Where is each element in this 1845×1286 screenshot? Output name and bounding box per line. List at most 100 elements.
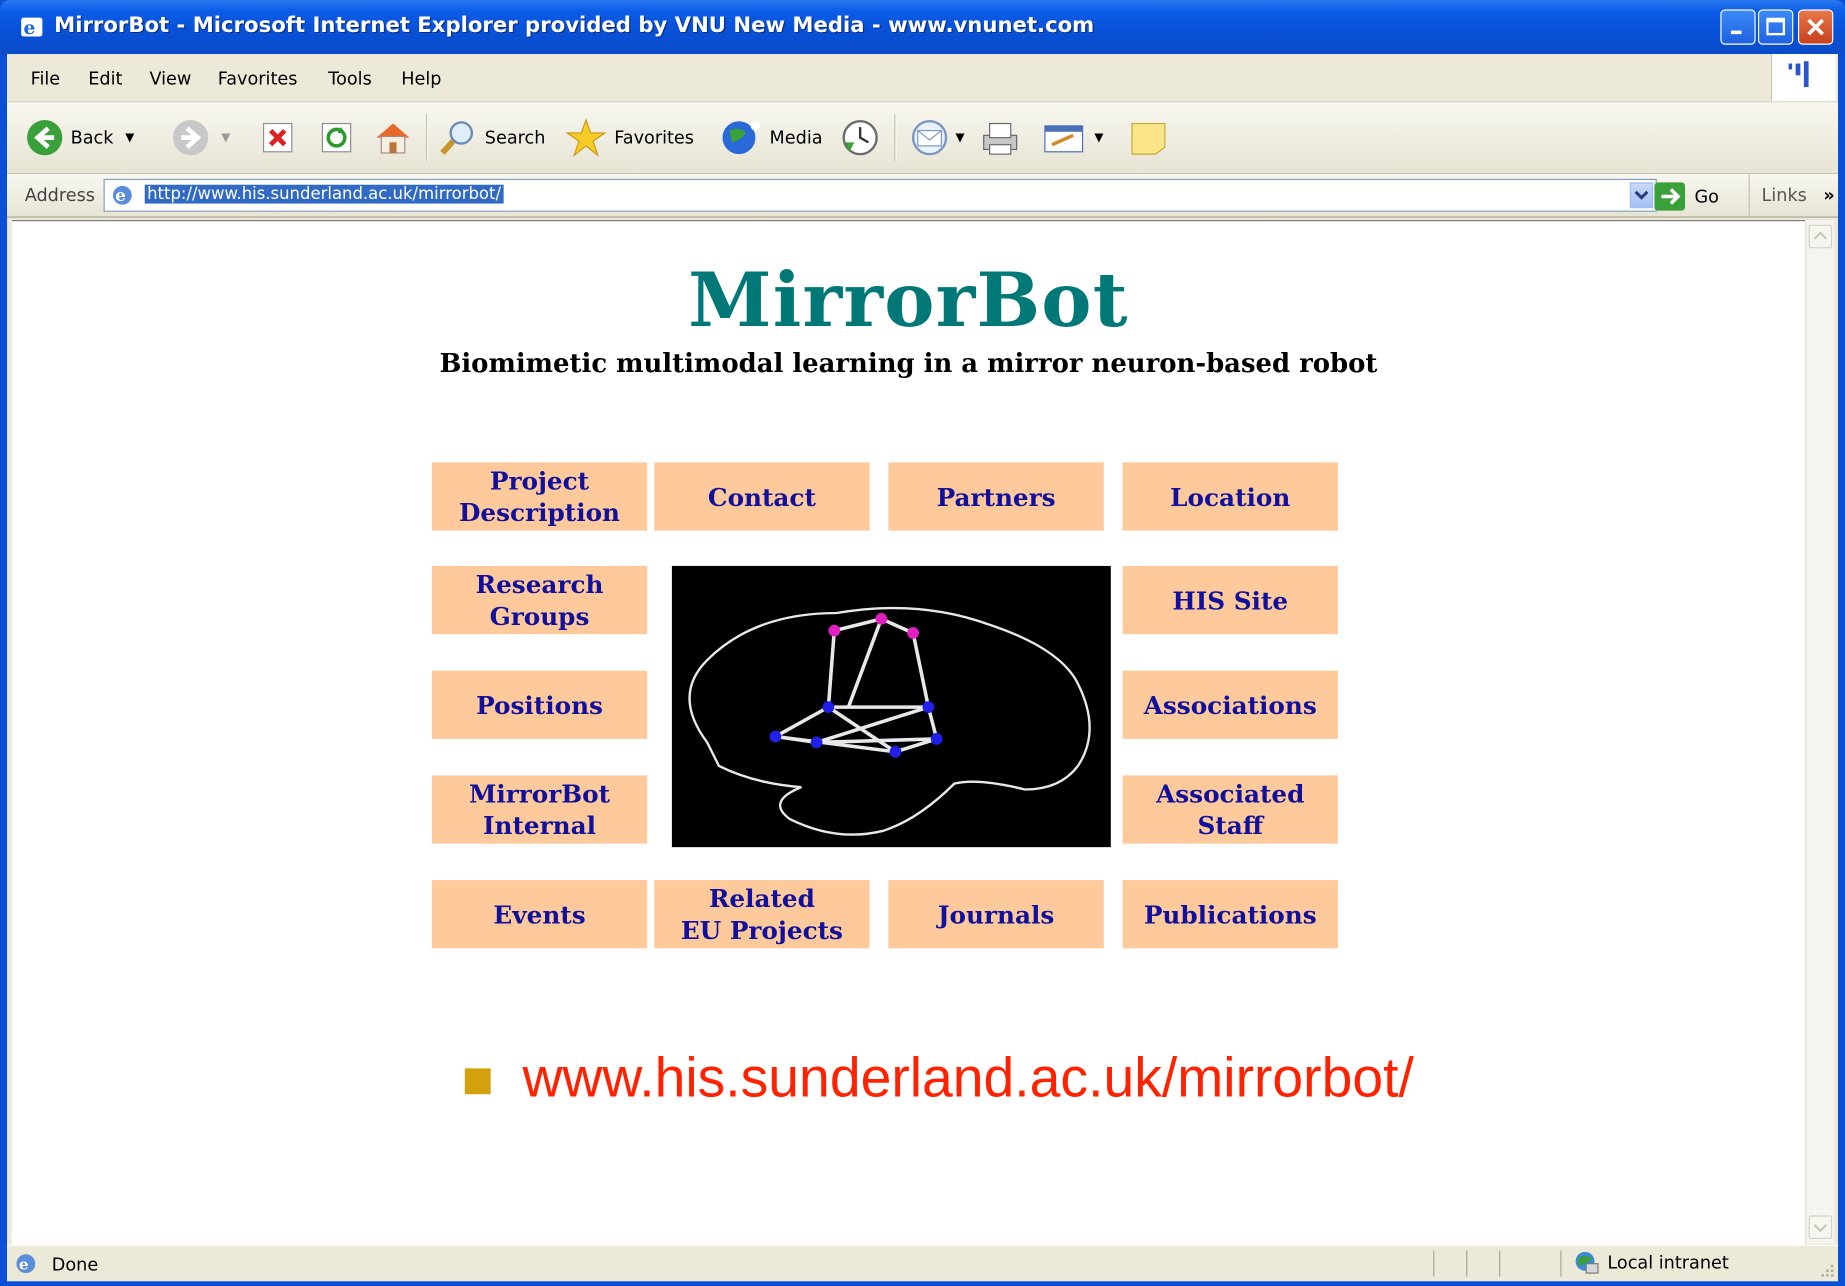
favorites-label: Favorites — [614, 127, 694, 149]
status-bar: e Done Local intranet — [7, 1244, 1839, 1282]
nav-associations[interactable]: Associations — [1122, 670, 1338, 739]
messenger-icon — [1131, 122, 1166, 155]
back-icon — [27, 120, 63, 156]
ie-page-icon: e — [112, 185, 132, 205]
stop-icon — [262, 122, 293, 153]
status-panel — [1499, 1250, 1501, 1277]
nav-related-eu-projects[interactable]: Related EU Projects — [654, 880, 870, 949]
menu-edit[interactable]: Edit — [88, 68, 122, 89]
status-text: Done — [51, 1254, 99, 1276]
favorites-button[interactable]: Favorites — [565, 118, 694, 158]
scroll-up-button[interactable] — [1808, 224, 1833, 249]
refresh-button[interactable] — [320, 119, 353, 157]
slide-url-text: www.his.sunderland.ac.uk/mirrorbot/ — [522, 1045, 1414, 1109]
svg-text:e: e — [19, 1256, 29, 1274]
mail-dropdown-icon[interactable]: ▼ — [955, 131, 964, 144]
minimize-button[interactable] — [1720, 9, 1756, 45]
chevron-right-icon[interactable]: » — [1823, 185, 1834, 206]
svg-text:e: e — [24, 17, 36, 39]
ie-icon: e — [21, 17, 43, 39]
home-icon — [376, 123, 410, 154]
forward-dropdown-icon: ▼ — [221, 131, 231, 145]
nav-positions[interactable]: Positions — [431, 670, 648, 739]
vertical-scrollbar[interactable] — [1805, 220, 1835, 1244]
edit-dropdown-icon[interactable]: ▼ — [1094, 131, 1103, 144]
address-bar: Address e http://www.his.sunderland.ac.u… — [7, 174, 1839, 218]
svg-text:e: e — [115, 186, 125, 205]
local-intranet-icon — [1575, 1251, 1599, 1274]
minimize-icon — [1730, 30, 1742, 35]
status-panel — [1466, 1250, 1468, 1277]
edit-button[interactable]: ▼ — [1040, 119, 1103, 157]
search-button[interactable]: Search — [438, 119, 546, 157]
address-url: http://www.his.sunderland.ac.uk/mirrorbo… — [144, 184, 504, 204]
security-zone[interactable]: Local intranet — [1572, 1250, 1729, 1276]
menu-favorites[interactable]: Favorites — [218, 68, 298, 89]
forward-button[interactable]: ▼ — [172, 119, 230, 157]
status-panel — [1560, 1250, 1562, 1277]
bullet-square — [464, 1068, 491, 1095]
title-bar[interactable]: e MirrorBot - Microsoft Internet Explore… — [0, 0, 1845, 55]
mail-icon — [911, 120, 948, 156]
close-button[interactable] — [1797, 9, 1834, 45]
toolbar-separator — [894, 114, 897, 162]
media-icon — [722, 121, 761, 155]
nav-publications[interactable]: Publications — [1122, 880, 1338, 949]
chevron-down-icon — [1813, 1224, 1828, 1233]
nav-partners[interactable]: Partners — [888, 462, 1104, 531]
status-panel — [1433, 1250, 1435, 1277]
windows-logo — [1770, 54, 1836, 102]
menu-view[interactable]: View — [149, 68, 191, 89]
mail-button[interactable]: ▼ — [908, 119, 965, 157]
menu-file[interactable]: File — [31, 68, 61, 89]
nav-associated-staff[interactable]: Associated Staff — [1122, 775, 1338, 844]
nav-project-description[interactable]: Project Description — [431, 462, 648, 531]
windows-flag-icon — [1788, 61, 1809, 88]
go-arrow-icon — [1654, 182, 1686, 211]
nav-events[interactable]: Events — [431, 880, 648, 949]
maximize-icon — [1766, 17, 1786, 36]
refresh-icon — [321, 122, 352, 153]
address-input[interactable]: e http://www.his.sunderland.ac.uk/mirror… — [103, 178, 1657, 212]
print-icon — [983, 122, 1018, 155]
stop-button[interactable] — [261, 119, 294, 157]
menu-bar: File Edit View Favorites Tools Help — [7, 54, 1839, 103]
edit-icon — [1044, 125, 1084, 153]
toolbar-separator — [425, 114, 429, 162]
address-dropdown-button[interactable] — [1629, 182, 1654, 209]
messenger-button[interactable] — [1127, 119, 1169, 157]
history-button[interactable] — [840, 119, 880, 157]
menu-tools[interactable]: Tools — [328, 68, 371, 89]
ie-page-icon: e — [16, 1254, 36, 1274]
media-button[interactable]: Media — [720, 119, 823, 157]
home-button[interactable] — [372, 119, 414, 157]
links-toolbar[interactable]: Links » — [1748, 174, 1835, 217]
menu-help[interactable]: Help — [401, 68, 441, 89]
back-button[interactable]: Back ▼ — [26, 119, 134, 157]
page-title: MirrorBot — [688, 256, 1129, 345]
zone-label: Local intranet — [1607, 1251, 1729, 1274]
back-label: Back — [70, 127, 114, 149]
search-label: Search — [484, 127, 546, 149]
print-button[interactable] — [979, 119, 1021, 157]
nav-mirrorbot-internal[interactable]: MirrorBot Internal — [431, 775, 648, 844]
standard-toolbar: Back ▼ ▼ Search Favorites Media ▼ ▼ — [7, 102, 1839, 175]
media-label: Media — [769, 127, 823, 149]
back-dropdown-icon[interactable]: ▼ — [125, 131, 134, 144]
go-button[interactable]: Go — [1654, 182, 1719, 211]
window-title: MirrorBot - Microsoft Internet Explorer … — [54, 12, 1095, 38]
nav-research-groups[interactable]: Research Groups — [431, 565, 648, 635]
nav-his-site[interactable]: HIS Site — [1122, 565, 1338, 635]
forward-icon — [172, 120, 209, 156]
brain-network-image — [671, 565, 1111, 848]
resize-grip-icon[interactable] — [1819, 1262, 1835, 1278]
nav-contact[interactable]: Contact — [654, 462, 870, 531]
nav-journals[interactable]: Journals — [888, 880, 1104, 949]
browser-frame: File Edit View Favorites Tools Help Back… — [7, 54, 1839, 1282]
search-icon — [440, 121, 474, 155]
maximize-button[interactable] — [1757, 9, 1794, 45]
nav-location[interactable]: Location — [1122, 462, 1338, 531]
links-label: Links — [1761, 184, 1807, 206]
scroll-down-button[interactable] — [1808, 1215, 1833, 1239]
page-subtitle: Biomimetic multimodal learning in a mirr… — [439, 348, 1378, 379]
